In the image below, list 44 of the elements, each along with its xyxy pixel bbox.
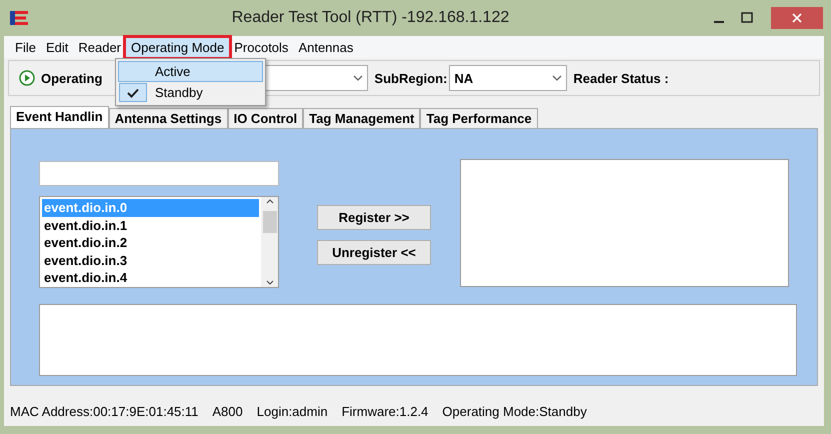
scroll-up-icon[interactable] [264, 197, 274, 205]
play-icon[interactable] [19, 70, 35, 86]
chevron-down-icon[interactable] [552, 74, 562, 82]
output-box[interactable] [39, 304, 797, 376]
menu-item[interactable]: Procotols [229, 38, 294, 56]
tab[interactable]: Tag Performance [420, 108, 538, 128]
menu-item[interactable]: File [10, 38, 41, 56]
maximize-icon[interactable] [741, 12, 753, 24]
menu-item[interactable]: Antennas [293, 38, 358, 56]
window-title: Reader Test Tool (RTT) -192.168.1.122 [230, 9, 510, 27]
event-list-item[interactable]: event.dio.in.4 [42, 269, 259, 286]
operating-label: Operating [41, 70, 102, 86]
tab[interactable]: IO Control [228, 108, 304, 128]
menu-item[interactable]: Reader [73, 38, 126, 56]
menu-item[interactable]: Operating Mode [126, 38, 230, 56]
registered-events-box[interactable] [460, 159, 789, 287]
scroll-down-icon[interactable] [264, 279, 274, 287]
scroll-thumb[interactable] [262, 211, 276, 233]
checkmark-icon [127, 88, 139, 98]
subregion-dropdown[interactable]: NA [449, 65, 568, 91]
unregister-button[interactable]: Unregister << [317, 240, 431, 265]
tab[interactable]: Event Handlin [10, 106, 109, 128]
status-text: A800 [212, 404, 243, 418]
event-list[interactable]: event.dio.in.0 event.dio.in.1 event.dio.in.2 event.dio.in.3 event.dio.in.4 [39, 196, 279, 288]
close-button[interactable] [771, 7, 823, 29]
scrollbar[interactable] [261, 197, 278, 287]
menu-item[interactable]: Edit [40, 38, 74, 56]
app-logo-icon [10, 11, 28, 25]
event-list-item[interactable]: event.dio.in.3 [42, 252, 259, 269]
tab[interactable]: Antenna Settings [108, 108, 228, 128]
menu-option[interactable]: Active [118, 61, 263, 82]
status-text: Firmware:1.2.4 [342, 404, 428, 418]
status-text: MAC Address:00:17:9E:01:45:11 [10, 404, 198, 418]
register-button[interactable]: Register >> [317, 205, 431, 230]
reader-status-label: Reader Status : [573, 70, 669, 86]
subregion-label: SubRegion: [374, 70, 448, 86]
chevron-down-icon[interactable] [353, 74, 364, 82]
status-text: Operating Mode:Standby [442, 404, 587, 418]
event-list-item[interactable]: event.dio.in.2 [42, 234, 259, 252]
event-filter-field[interactable] [39, 161, 279, 186]
status-text: Login:admin [256, 404, 328, 418]
menu-option[interactable]: Standby [118, 82, 263, 103]
event-list-item[interactable]: event.dio.in.1 [42, 216, 259, 234]
tab[interactable]: Tag Management [303, 108, 420, 128]
